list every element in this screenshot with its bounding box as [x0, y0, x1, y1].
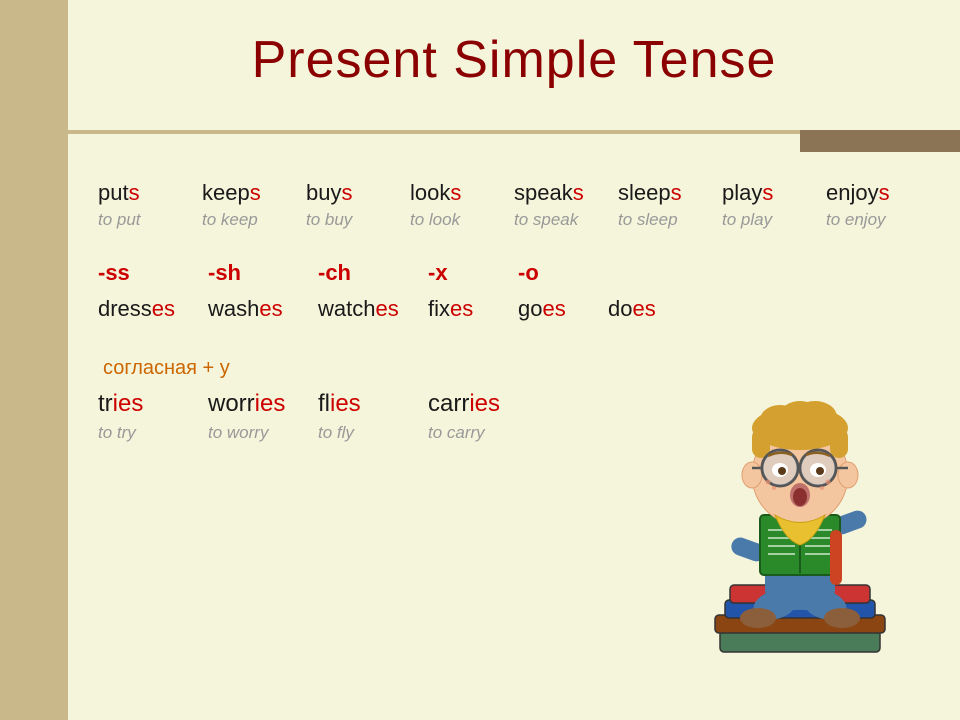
suffix-section: -ss -sh -ch -x -o dresses washes watches… — [98, 260, 930, 322]
verb-does: does — [608, 296, 698, 322]
verb-washes: washes — [208, 296, 318, 322]
inf-worry: to worry — [208, 423, 318, 443]
suffix-labels-row: -ss -sh -ch -x -o — [98, 260, 930, 286]
verb-fixes: fixes — [428, 296, 518, 322]
verb-section-1: puts keeps buys looks speaks sleeps play… — [98, 180, 930, 230]
right-accent-bar — [800, 130, 960, 152]
verb-sleeps: sleeps — [618, 180, 722, 206]
inf-fly: to fly — [318, 423, 428, 443]
verb-looks: looks — [410, 180, 514, 206]
verb-plays: plays — [722, 180, 826, 206]
verb-speaks: speaks — [514, 180, 618, 206]
inf-keep: to keep — [202, 210, 306, 230]
inf-enjoy: to enjoy — [826, 210, 930, 230]
inf-look: to look — [410, 210, 514, 230]
left-sidebar — [0, 0, 68, 720]
verb-worries: worries — [208, 390, 318, 418]
verb-puts: puts — [98, 180, 202, 206]
verb-keeps: keeps — [202, 180, 306, 206]
verb-flies: flies — [318, 390, 428, 418]
suffix-ch: -ch — [318, 260, 428, 286]
kid-svg — [660, 320, 940, 700]
suffix-x: -x — [428, 260, 518, 286]
verb-goes: goes — [518, 296, 608, 322]
suffix-o: -o — [518, 260, 608, 286]
inf-speak: to speak — [514, 210, 618, 230]
page-title: Present Simple Tense — [68, 0, 960, 110]
inf-try: to try — [98, 423, 208, 443]
suffix-sh: -sh — [208, 260, 318, 286]
conjugated-verbs-row: puts keeps buys looks speaks sleeps play… — [98, 180, 930, 206]
inf-put: to put — [98, 210, 202, 230]
es-verbs-row: dresses washes watches fixes goes does — [98, 296, 930, 322]
inf-sleep: to sleep — [618, 210, 722, 230]
verb-watches: watches — [318, 296, 428, 322]
inf-play: to play — [722, 210, 826, 230]
verb-enjoys: enjoys — [826, 180, 930, 206]
verb-buys: buys — [306, 180, 410, 206]
suffix-ss: -ss — [98, 260, 208, 286]
verb-dresses: dresses — [98, 296, 208, 322]
verb-carries: carries — [428, 390, 538, 418]
inf-carry: to carry — [428, 423, 538, 443]
kid-illustration — [660, 320, 940, 700]
verb-tries: tries — [98, 390, 208, 418]
inf-buy: to buy — [306, 210, 410, 230]
infinitives-row: to put to keep to buy to look to speak t… — [98, 210, 930, 230]
